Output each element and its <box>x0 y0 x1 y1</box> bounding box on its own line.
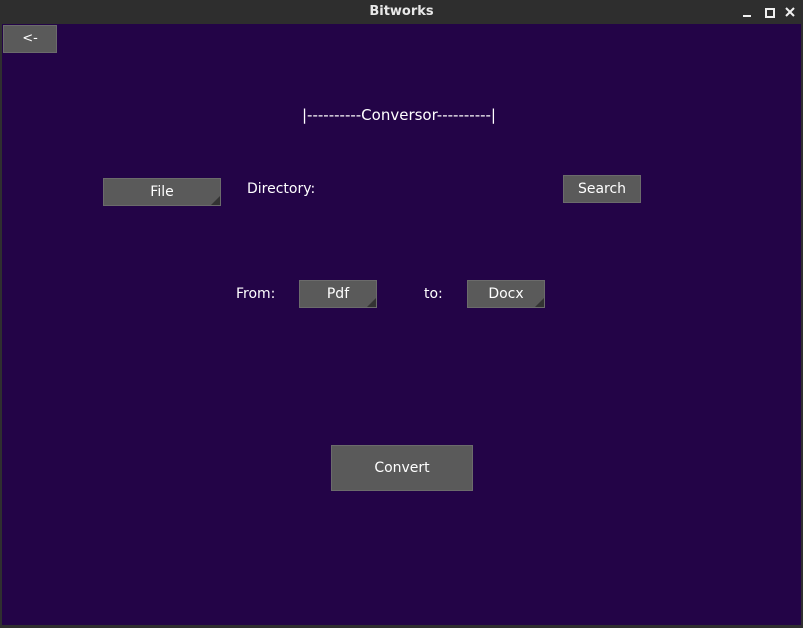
convert-button[interactable]: Convert <box>331 445 473 491</box>
page-title: |----------Conversor----------| <box>302 106 496 124</box>
from-format-selector[interactable]: Pdf <box>299 280 377 308</box>
window-title: Bitworks <box>369 4 434 19</box>
maximize-icon[interactable] <box>760 3 778 21</box>
search-button[interactable]: Search <box>563 175 641 203</box>
minimize-icon[interactable] <box>738 3 756 21</box>
file-button[interactable]: File <box>103 178 221 206</box>
to-label: to: <box>424 286 443 302</box>
to-format-selector[interactable]: Docx <box>467 280 545 308</box>
title-bar: Bitworks <box>0 0 803 24</box>
main-panel: <- |----------Conversor----------| File … <box>2 24 801 625</box>
back-button[interactable]: <- <box>3 25 57 53</box>
directory-label: Directory: <box>247 181 316 197</box>
app-window: Bitworks <- |----------Conversor--------… <box>0 0 803 628</box>
from-label: From: <box>236 286 276 302</box>
close-icon[interactable] <box>781 3 799 21</box>
